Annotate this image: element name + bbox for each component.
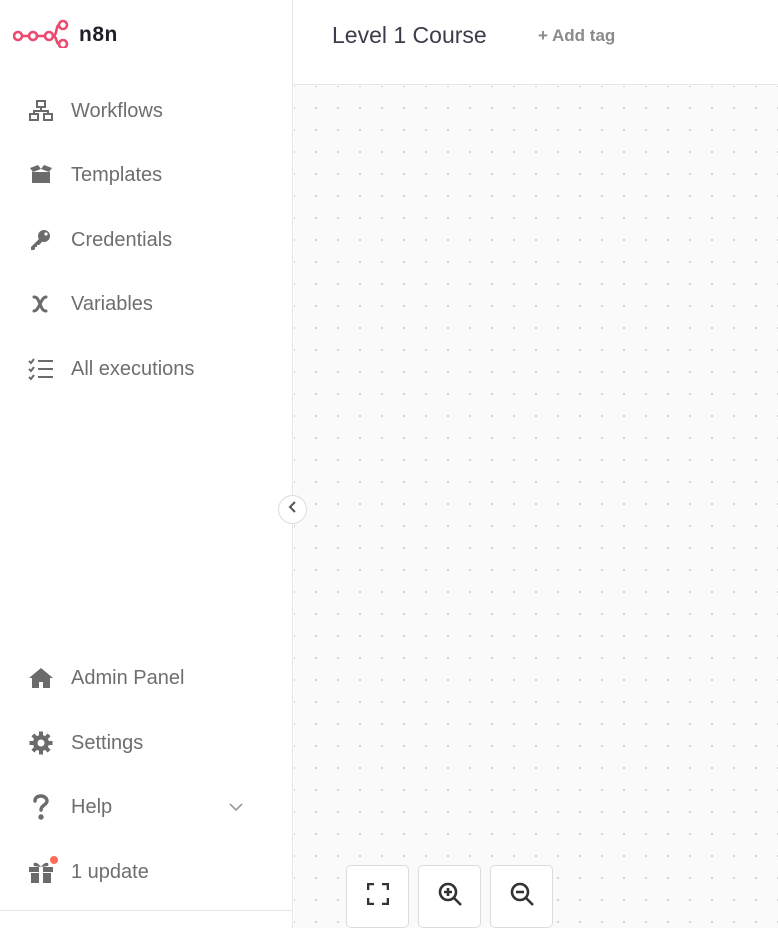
- update-badge-dot: [50, 856, 58, 864]
- sidebar-divider: [0, 910, 293, 911]
- app-window: n8n Workflows Templates Credentials Vari…: [0, 0, 778, 928]
- sidebar-item-label: All executions: [71, 357, 195, 380]
- sidebar-item-label: Help: [71, 795, 113, 818]
- question-icon: [27, 793, 55, 821]
- sidebar-item-templates[interactable]: Templates: [27, 155, 267, 195]
- sidebar-item-admin-panel[interactable]: Admin Panel: [27, 658, 267, 698]
- workflow-header: Level 1 Course + Add tag: [293, 0, 778, 85]
- sidebar-item-settings[interactable]: Settings: [27, 723, 267, 763]
- fit-view-icon: [366, 882, 389, 910]
- sidebar-item-label: 1 update: [71, 860, 149, 883]
- sidebar-item-label: Workflows: [71, 99, 163, 122]
- n8n-logo-icon: [12, 18, 69, 53]
- collapse-sidebar-button[interactable]: [278, 495, 307, 524]
- sidebar-item-label: Templates: [71, 163, 163, 186]
- zoom-in-icon: [437, 881, 463, 912]
- brand-name: n8n: [79, 23, 118, 46]
- zoom-to-fit-button[interactable]: [346, 865, 409, 928]
- zoom-in-button[interactable]: [418, 865, 481, 928]
- home-icon: [27, 664, 55, 692]
- sidebar-item-update[interactable]: 1 update: [27, 852, 267, 892]
- gift-icon: [27, 856, 58, 886]
- workflow-canvas[interactable]: [294, 86, 778, 928]
- sidebar-item-label: Settings: [71, 731, 144, 754]
- zoom-out-icon: [509, 881, 535, 912]
- chevron-left-icon: [288, 500, 298, 519]
- zoom-out-button[interactable]: [490, 865, 553, 928]
- workflows-icon: [27, 97, 55, 125]
- sidebar-item-all-executions[interactable]: All executions: [27, 349, 267, 389]
- sidebar-item-label: Admin Panel: [71, 666, 185, 689]
- brand[interactable]: n8n: [12, 18, 118, 53]
- sidebar-item-credentials[interactable]: Credentials: [27, 220, 267, 260]
- help-expand-chevron-icon[interactable]: [226, 797, 246, 817]
- sidebar: n8n Workflows Templates Credentials Vari…: [0, 0, 293, 928]
- sidebar-item-label: Variables: [71, 292, 153, 315]
- add-tag-button[interactable]: + Add tag: [538, 26, 615, 46]
- sidebar-item-label: Credentials: [71, 228, 173, 251]
- templates-icon: [27, 161, 55, 189]
- sidebar-item-workflows[interactable]: Workflows: [27, 91, 267, 131]
- sidebar-item-variables[interactable]: Variables: [27, 284, 267, 324]
- variables-icon: [27, 290, 55, 318]
- gear-icon: [27, 729, 55, 757]
- key-icon: [27, 226, 55, 254]
- executions-icon: [27, 355, 55, 383]
- workflow-title[interactable]: Level 1 Course: [332, 22, 487, 49]
